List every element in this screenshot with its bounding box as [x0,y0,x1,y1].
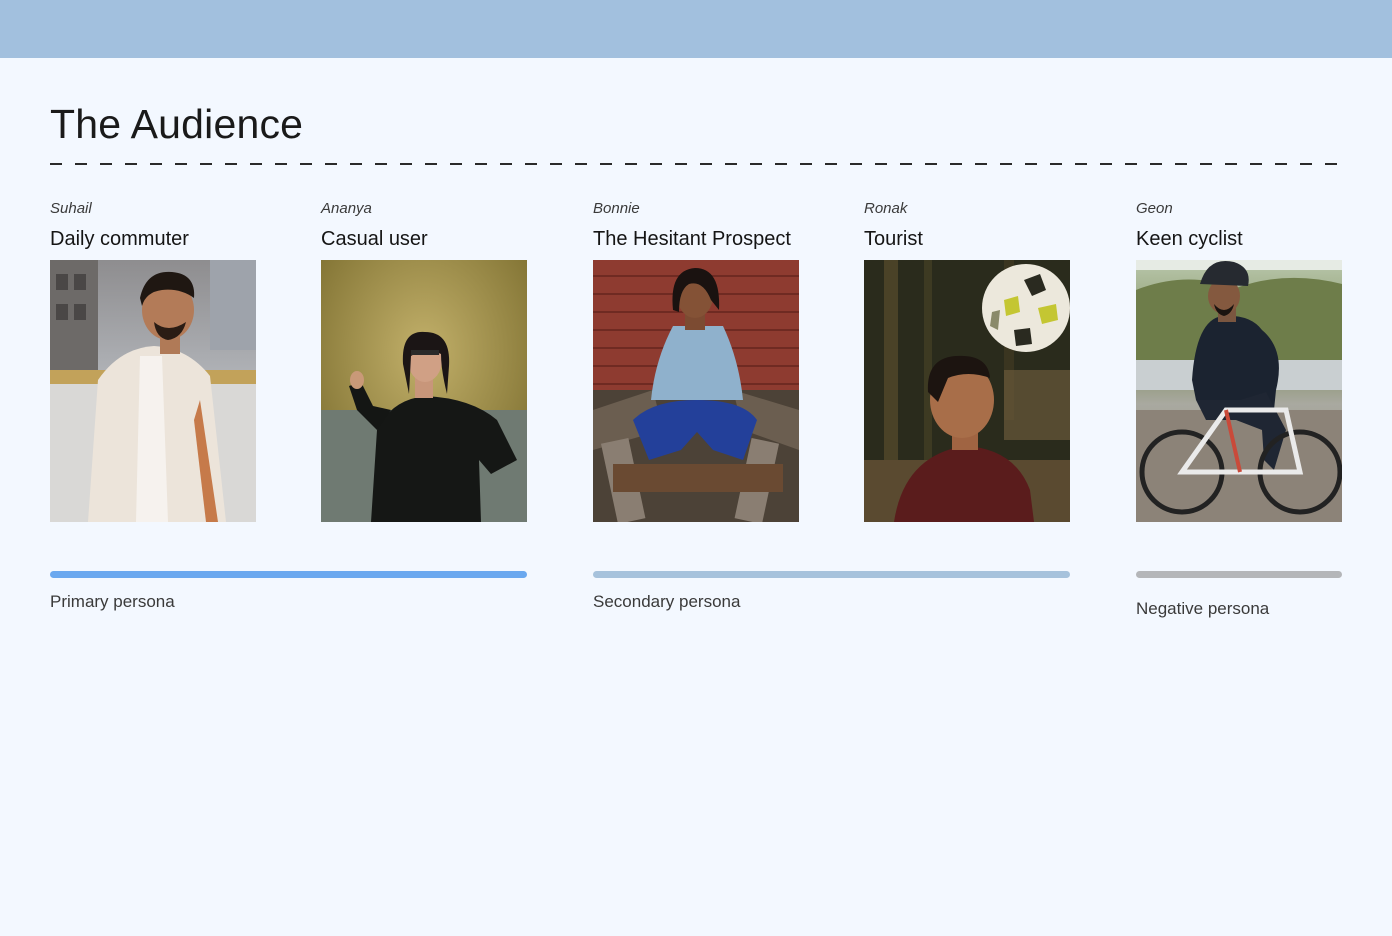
persona-role: Tourist [864,228,923,250]
persona-photo-ananya [321,260,527,522]
persona-photo-ronak [864,260,1070,522]
primary-persona-label: Primary persona [50,592,175,611]
persona-card-suhail: Suhail Daily commuter [50,200,270,522]
persona-card-ronak: Ronak Tourist [864,200,1084,522]
persona-role: Daily commuter [50,228,189,250]
persona-card-bonnie: Bonnie The Hesitant Prospect [593,200,813,522]
persona-role: The Hesitant Prospect [593,228,791,250]
persona-name: Ananya [321,200,372,217]
persona-name: Bonnie [593,200,640,217]
persona-role: Keen cyclist [1136,228,1243,250]
page-title: The Audience [50,101,304,147]
persona-photo-bonnie [593,260,799,522]
persona-role: Casual user [321,228,428,250]
persona-name: Geon [1136,200,1173,217]
top-header-band [0,0,1392,58]
primary-persona-bar [50,571,527,578]
negative-persona-bar [1136,571,1342,578]
persona-photo-geon [1136,260,1342,522]
secondary-persona-bar [593,571,1070,578]
persona-card-geon: Geon Keen cyclist [1136,200,1356,522]
dashed-divider [50,163,1342,165]
persona-card-ananya: Ananya Casual user [321,200,541,522]
persona-photo-suhail [50,260,256,522]
persona-name: Ronak [864,200,908,217]
secondary-persona-label: Secondary persona [593,592,741,611]
negative-persona-label: Negative persona [1136,599,1270,618]
persona-name: Suhail [50,200,92,217]
